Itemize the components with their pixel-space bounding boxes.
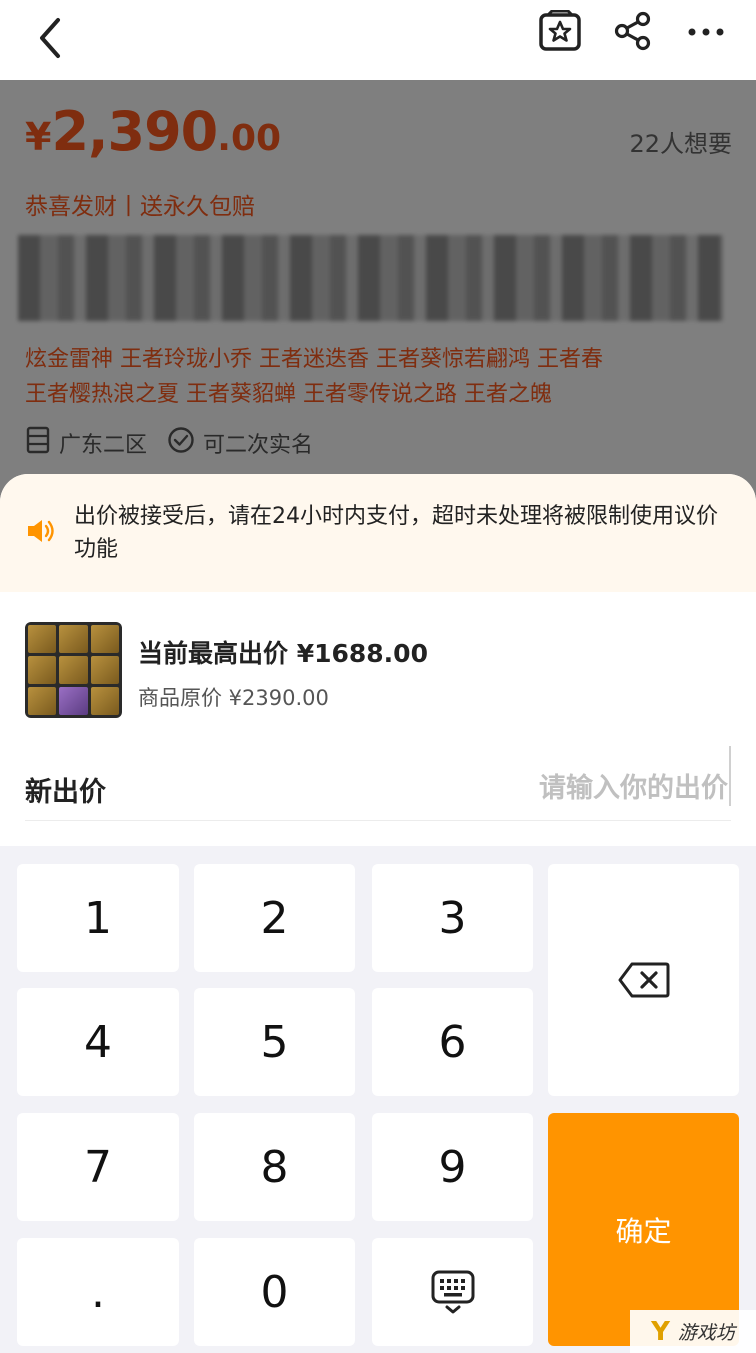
key-8[interactable]: 8 bbox=[194, 1113, 355, 1221]
original-price: 商品原价 ¥2390.00 bbox=[138, 686, 329, 710]
divider bbox=[25, 820, 731, 821]
bid-info: 当前最高出价 ¥1688.00 商品原价 ¥2390.00 bbox=[0, 592, 756, 728]
key-0[interactable]: 0 bbox=[194, 1238, 355, 1346]
top-bar bbox=[0, 0, 756, 80]
key-2[interactable]: 2 bbox=[194, 864, 355, 972]
input-caret bbox=[729, 746, 731, 806]
key-5[interactable]: 5 bbox=[194, 988, 355, 1096]
backspace-icon bbox=[618, 962, 669, 998]
watermark-text: 游戏坊 bbox=[677, 1322, 735, 1344]
key-7[interactable]: 7 bbox=[17, 1113, 179, 1221]
key-1[interactable]: 1 bbox=[17, 864, 179, 972]
hide-keyboard-key[interactable] bbox=[372, 1238, 533, 1346]
new-bid-label: 新出价 bbox=[25, 777, 106, 808]
more-options-icon[interactable] bbox=[684, 14, 728, 50]
key-4[interactable]: 4 bbox=[17, 988, 179, 1096]
numeric-keypad: 1 2 3 4 5 6 7 8 9 确定 . 0 bbox=[0, 846, 756, 1353]
watermark-logo-mark: Y bbox=[651, 1316, 670, 1347]
product-thumbnail bbox=[25, 622, 122, 718]
speaker-icon bbox=[26, 516, 56, 546]
backspace-key[interactable] bbox=[548, 864, 739, 1096]
key-6[interactable]: 6 bbox=[372, 988, 533, 1096]
key-9[interactable]: 9 bbox=[372, 1113, 533, 1221]
keyboard-icon bbox=[431, 1270, 474, 1314]
key-3[interactable]: 3 bbox=[372, 864, 533, 972]
bid-input[interactable] bbox=[326, 762, 730, 814]
watermark-logo: Y 游戏坊 bbox=[630, 1310, 756, 1353]
share-icon[interactable] bbox=[612, 10, 654, 52]
favorite-icon[interactable] bbox=[538, 9, 582, 54]
back-icon[interactable] bbox=[32, 14, 72, 62]
notice-text: 出价被接受后，请在24小时内支付，超时未处理将被限制使用议价功能 bbox=[74, 504, 718, 562]
key-dot[interactable]: . bbox=[17, 1238, 179, 1346]
highest-bid: 当前最高出价 ¥1688.00 bbox=[138, 639, 428, 668]
notice-banner: 出价被接受后，请在24小时内支付，超时未处理将被限制使用议价功能 bbox=[0, 474, 756, 592]
bid-sheet: 出价被接受后，请在24小时内支付，超时未处理将被限制使用议价功能 当前最高出价 … bbox=[0, 474, 756, 1353]
